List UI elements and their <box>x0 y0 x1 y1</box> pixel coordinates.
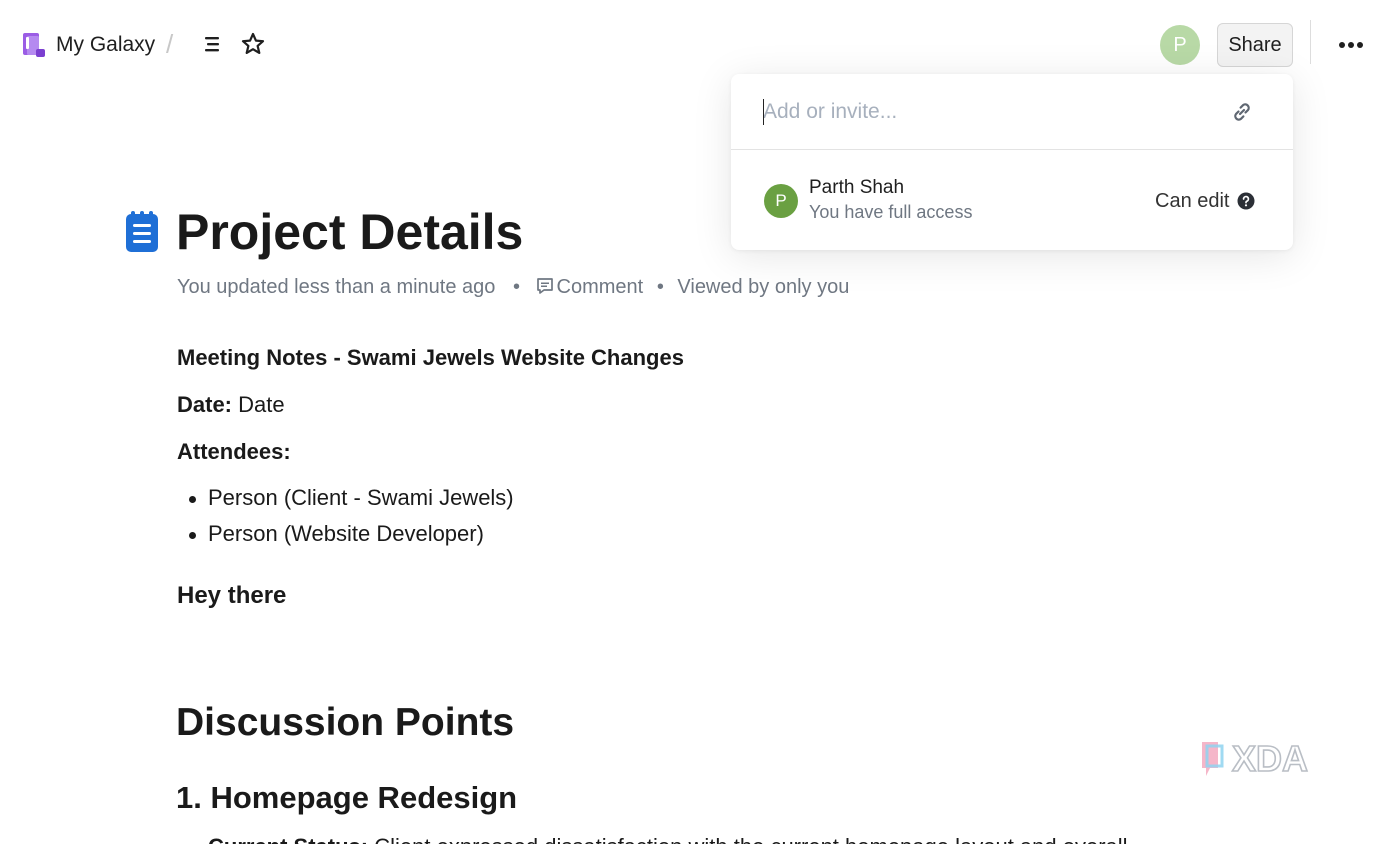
star-icon[interactable] <box>240 31 266 57</box>
page: My Galaxy / P Share P Parth Shah <box>0 0 1394 844</box>
bullet-icon <box>189 496 196 503</box>
document-meta: You updated less than a minute ago • Com… <box>177 273 849 301</box>
copy-link-icon[interactable] <box>1229 99 1255 125</box>
watermark-text: XDA <box>1232 738 1308 779</box>
invite-input[interactable] <box>763 96 1203 128</box>
comment-label: Comment <box>556 276 644 298</box>
attendees-list: Person (Client - Swami Jewels) Person (W… <box>177 483 514 555</box>
member-access-text: You have full access <box>809 202 973 222</box>
share-popover: P Parth Shah You have full access Can ed… <box>731 74 1293 250</box>
text-caret <box>763 99 764 125</box>
date-line[interactable]: Date: Date <box>177 390 285 420</box>
share-button[interactable]: Share <box>1217 23 1293 67</box>
comment-button[interactable]: Comment <box>535 273 644 301</box>
help-icon[interactable] <box>1237 192 1255 210</box>
member-avatar: P <box>764 184 798 218</box>
permission-dropdown[interactable]: Can edit <box>1155 189 1230 213</box>
bullet-icon <box>189 532 196 539</box>
date-value: Date <box>238 392 285 417</box>
workspace-name[interactable]: My Galaxy <box>56 31 155 59</box>
clipboard-icon[interactable] <box>124 210 160 254</box>
meeting-heading[interactable]: Meeting Notes - Swami Jewels Website Cha… <box>177 343 684 373</box>
meta-separator: • <box>512 276 520 298</box>
list-item-text: Person (Client - Swami Jewels) <box>208 485 514 510</box>
list-item-text: Person (Website Developer) <box>208 521 484 546</box>
updated-text: You updated less than a minute ago <box>177 276 496 298</box>
divider <box>1310 20 1311 64</box>
status-line[interactable]: Current Status: Client expressed dissati… <box>208 832 1128 844</box>
workspace-icon[interactable] <box>20 31 48 59</box>
outline-icon[interactable] <box>200 30 226 58</box>
xda-watermark-logo: XDA <box>1202 738 1309 780</box>
comment-icon <box>536 278 553 294</box>
meta-separator: • <box>656 276 664 298</box>
attendees-label[interactable]: Attendees: <box>177 437 291 467</box>
list-item[interactable]: Person (Website Developer) <box>177 519 514 555</box>
date-label: Date: <box>177 392 233 417</box>
more-icon[interactable] <box>1336 33 1366 57</box>
divider <box>731 149 1293 150</box>
breadcrumb-separator: / <box>166 29 174 59</box>
avatar[interactable]: P <box>1160 25 1200 65</box>
member-name: Parth Shah <box>809 177 905 198</box>
greeting-heading[interactable]: Hey there <box>177 580 286 612</box>
section-heading[interactable]: Discussion Points <box>176 700 514 746</box>
subsection-heading[interactable]: 1. Homepage Redesign <box>176 779 517 817</box>
viewed-text: Viewed by only you <box>677 276 850 298</box>
list-item[interactable]: Person (Client - Swami Jewels) <box>177 483 514 519</box>
status-label: Current Status: <box>208 834 368 844</box>
page-title[interactable]: Project Details <box>176 200 523 264</box>
status-text: Client expressed dissatisfaction with th… <box>374 834 1127 844</box>
